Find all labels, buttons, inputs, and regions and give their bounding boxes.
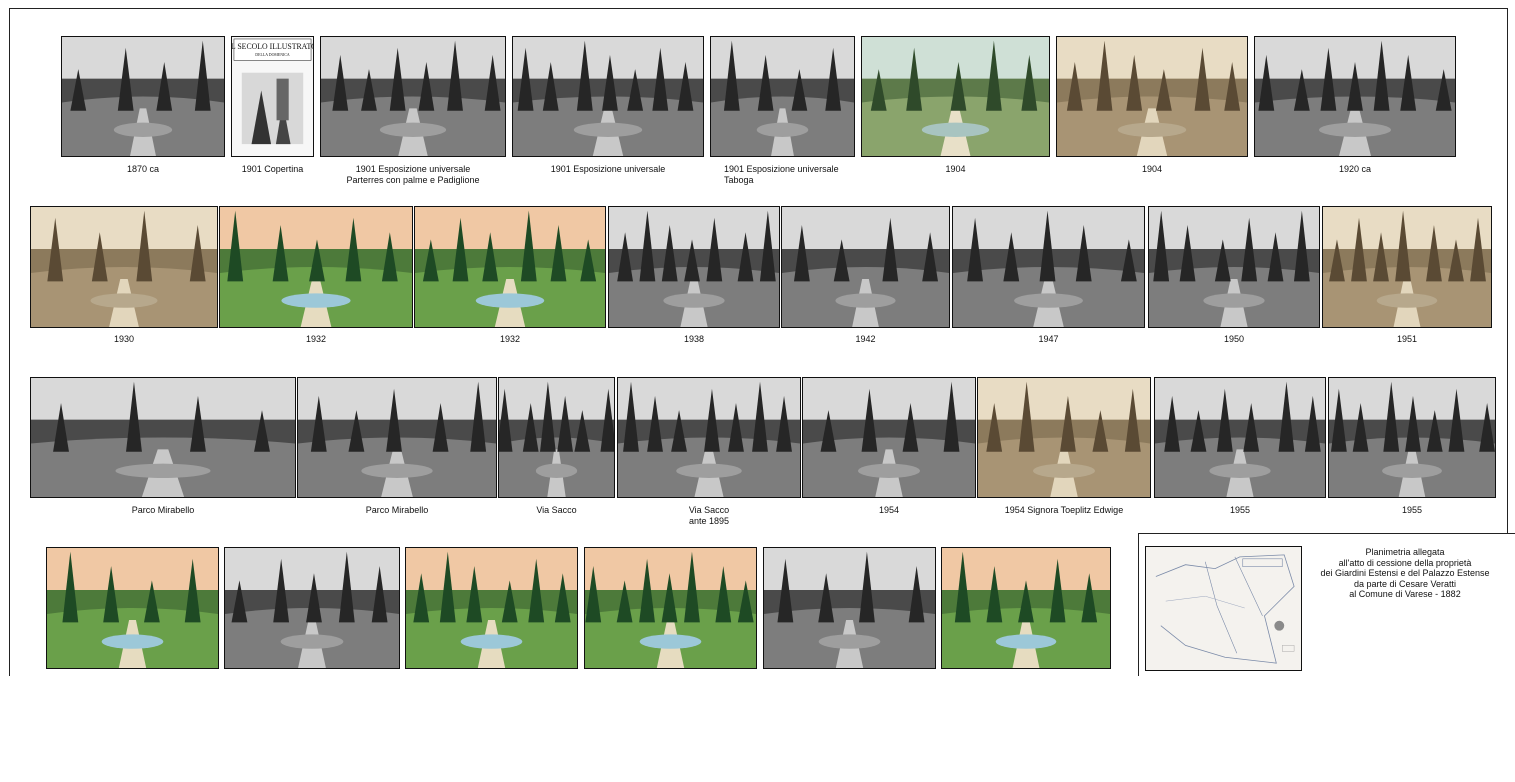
caption-line: 1901 Esposizione universale <box>724 164 839 174</box>
caption-line: 1920 ca <box>1338 164 1372 174</box>
historic-photo <box>1154 377 1326 498</box>
caption-line: Via Sacco <box>688 505 730 515</box>
historic-photo <box>1322 206 1492 328</box>
historic-photo <box>405 547 578 669</box>
historic-photo <box>710 36 855 157</box>
plan-text-line: dei Giardini Estensi e del Palazzo Esten… <box>1320 568 1490 578</box>
photo-caption: 1947 <box>949 334 1149 345</box>
caption-line: 1950 <box>1223 334 1245 344</box>
photo-caption: 1901 Esposizione universale Taboga <box>724 164 839 186</box>
historic-photo <box>224 547 400 669</box>
photo-caption: 1904 <box>856 164 1056 175</box>
historic-photo <box>941 547 1111 669</box>
historic-photo <box>861 36 1050 157</box>
historic-photo <box>1328 377 1496 498</box>
photo-caption: 1942 <box>766 334 966 345</box>
photo-caption: 1932 <box>216 334 416 345</box>
historic-photo <box>1254 36 1456 157</box>
caption-line: 1955 <box>1401 505 1423 515</box>
historic-photo <box>781 206 950 328</box>
historic-photo <box>320 36 506 157</box>
historic-photo <box>608 206 780 328</box>
historic-photo <box>584 547 757 669</box>
caption-line: 1955 <box>1229 505 1251 515</box>
frame-border-left <box>9 8 10 676</box>
plan-box-border-top <box>1138 533 1515 534</box>
historic-photo <box>219 206 413 328</box>
caption-line: 1947 <box>1038 334 1059 344</box>
frame-border-top <box>9 8 1508 9</box>
historic-photo <box>1056 36 1248 157</box>
photo-caption: Parco Mirabello <box>63 505 263 516</box>
caption-line: 1932 <box>499 334 521 344</box>
historic-photo <box>61 36 225 157</box>
caption-line: 1904 <box>945 164 966 174</box>
caption-line: 1901 Esposizione universale <box>550 164 666 174</box>
plan-text-line: da parte di Cesare Veratti <box>1353 578 1457 589</box>
photo-caption: 1904 <box>1052 164 1252 175</box>
caption-line: Parterres con palme e Padiglione <box>346 175 480 185</box>
historic-photo: IL SECOLO ILLUSTRATO DELLA DOMENICA <box>231 36 314 157</box>
photo-caption: 1951 <box>1307 334 1507 345</box>
caption-line: 1938 <box>683 334 705 344</box>
historic-photo <box>512 36 704 157</box>
caption-line: Taboga <box>724 175 754 185</box>
caption-line: 1904 <box>1141 164 1163 174</box>
photo-caption: Via Sacco ante 1895 <box>609 505 809 527</box>
historic-photo <box>30 377 296 498</box>
plan-text-line: all'atto di cessione della proprietà <box>1338 557 1472 568</box>
caption-line: 1901 Esposizione universale <box>355 164 471 174</box>
frame-border-right <box>1507 8 1508 533</box>
caption-line: 1951 <box>1396 334 1418 344</box>
caption-line: 1954 <box>878 505 900 515</box>
plan-box-border-left <box>1138 533 1139 676</box>
photo-caption: 1932 <box>410 334 610 345</box>
historic-photo <box>46 547 219 669</box>
photo-caption: 1950 <box>1134 334 1334 345</box>
historic-photo <box>617 377 801 498</box>
photo-caption: 1955 <box>1312 505 1512 516</box>
caption-line: 1930 <box>113 334 135 344</box>
photo-caption: 1954 Signora Toeplitz Edwige <box>964 505 1164 516</box>
photo-caption: 1930 <box>24 334 224 345</box>
photo-caption: 1901 Esposizione universale <box>508 164 708 175</box>
historic-photo <box>414 206 606 328</box>
historic-photo <box>952 206 1145 328</box>
caption-line: ante 1895 <box>688 516 730 526</box>
caption-line: Parco Mirabello <box>131 505 195 515</box>
plan-text-line: Planimetria allegata <box>1365 547 1445 557</box>
plan-map-image <box>1145 546 1302 671</box>
plan-text-line: al Comune di Varese - 1882 <box>1349 589 1461 599</box>
photo-caption: 1938 <box>594 334 794 345</box>
historic-photo <box>763 547 936 669</box>
historic-photo <box>1148 206 1320 328</box>
historic-photo <box>30 206 218 328</box>
svg-text:DELLA DOMENICA: DELLA DOMENICA <box>255 53 290 57</box>
historic-photo <box>297 377 497 498</box>
caption-line: 1932 <box>305 334 327 344</box>
historic-photo <box>977 377 1151 498</box>
plan-description: Planimetria allegata all'atto di cession… <box>1305 547 1505 600</box>
photo-caption: 1955 <box>1140 505 1340 516</box>
photo-caption: 1920 ca <box>1255 164 1455 175</box>
photo-caption: 1901 Esposizione universale Parterres con… <box>313 164 513 186</box>
historic-photo <box>498 377 615 498</box>
caption-line: 1954 Signora Toeplitz Edwige <box>1004 505 1124 515</box>
photo-caption: 1954 <box>789 505 989 516</box>
svg-text:IL SECOLO ILLUSTRATO: IL SECOLO ILLUSTRATO <box>232 42 313 51</box>
historic-photo <box>802 377 976 498</box>
caption-line: 1942 <box>855 334 876 344</box>
